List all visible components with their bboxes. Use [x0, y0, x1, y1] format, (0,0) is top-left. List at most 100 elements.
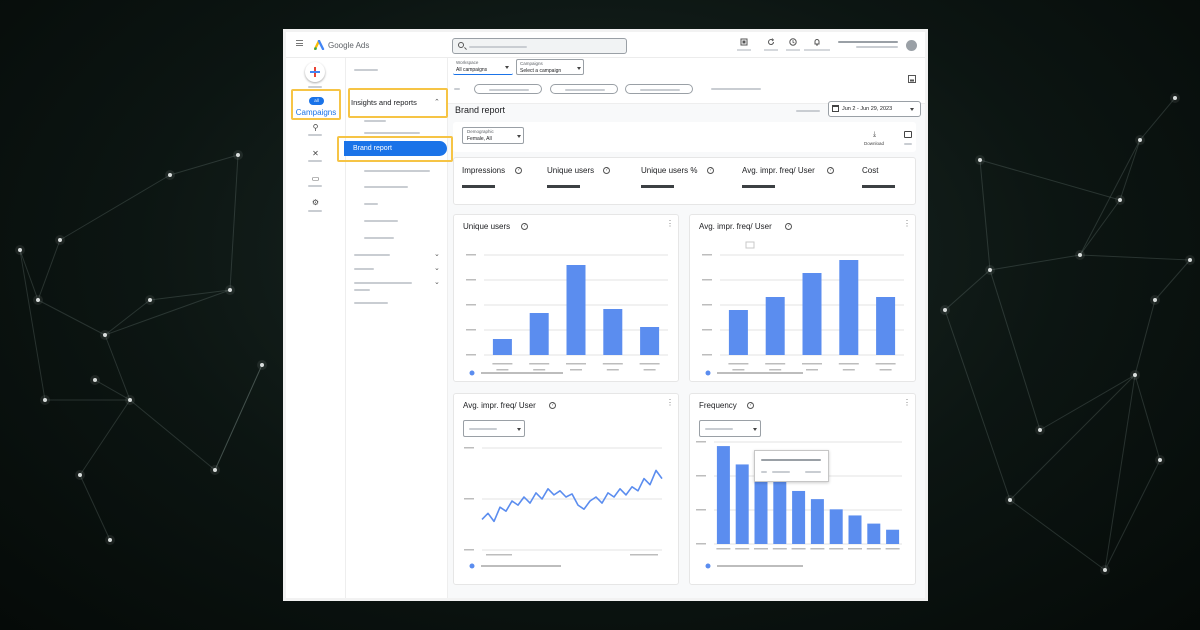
chart-bar — [876, 297, 896, 355]
search-input[interactable] — [452, 38, 627, 54]
feedback-icon[interactable] — [904, 131, 912, 138]
google-ads-logo-icon — [314, 40, 325, 50]
nav-item-placeholder[interactable] — [364, 186, 408, 188]
chart-bar — [773, 480, 787, 544]
network-edge — [1079, 199, 1121, 256]
network-node — [128, 398, 132, 402]
chart-title: Avg. impr. freq/ User — [699, 222, 772, 231]
campaigns-nav-label[interactable]: Campaigns — [293, 108, 339, 117]
chart-bar — [829, 509, 843, 544]
admin-icon[interactable]: ⚙ — [311, 198, 320, 207]
tools-icon[interactable]: ✕ — [311, 149, 320, 158]
network-edge — [989, 269, 1041, 431]
dropdown-arrow-icon — [517, 428, 521, 431]
nav-item-placeholder[interactable] — [364, 203, 378, 205]
y-tick-label — [466, 354, 476, 356]
network-node — [148, 298, 152, 302]
network-node — [988, 268, 992, 272]
filter-chip[interactable] — [474, 84, 542, 94]
network-node — [43, 398, 47, 402]
search-placeholder — [469, 46, 527, 48]
nav-item-placeholder[interactable] — [364, 237, 394, 239]
network-edge — [1154, 259, 1191, 301]
billing-icon[interactable]: ▭ — [311, 174, 320, 183]
download-icon[interactable]: ⤓ — [873, 131, 876, 139]
network-edge — [79, 474, 111, 541]
metric-dropdown[interactable] — [699, 420, 761, 437]
workspace-dropdown[interactable]: Workspace All campaigns — [453, 59, 513, 75]
notifications-label — [804, 49, 830, 51]
more-vert-icon[interactable]: ⋮ — [666, 220, 674, 230]
appearance-icon[interactable] — [740, 38, 748, 46]
dropdown-arrow-icon — [577, 67, 581, 70]
goals-icon[interactable]: ⚲ — [311, 123, 320, 132]
network-edge — [979, 159, 1121, 201]
filter-icon[interactable] — [454, 88, 460, 90]
x-tick-label — [829, 548, 844, 550]
download-label[interactable]: Download — [864, 141, 884, 146]
chart-svg — [466, 254, 668, 376]
nav-group-placeholder[interactable] — [354, 289, 370, 291]
legend-label — [717, 565, 803, 567]
filter-chip[interactable] — [550, 84, 618, 94]
menu-icon[interactable] — [296, 40, 303, 46]
workspace-caption: Workspace — [456, 60, 479, 65]
metric-unique-users-pct-label: Unique users % — [641, 166, 698, 175]
more-vert-icon[interactable]: ⋮ — [903, 399, 911, 409]
nav-section-insights[interactable]: Insights and reports — [351, 98, 417, 107]
legend-swatch — [705, 563, 711, 569]
more-vert-icon[interactable]: ⋮ — [666, 399, 674, 409]
help-circle-icon[interactable]: ? — [707, 167, 714, 174]
chart-bar — [566, 265, 586, 355]
legend-swatch — [469, 370, 475, 376]
chevron-down-icon[interactable]: ⌄ — [434, 264, 440, 272]
tooltip-line — [805, 471, 821, 473]
chart-bar — [640, 327, 660, 355]
metric-dropdown[interactable] — [463, 420, 525, 437]
network-edge — [104, 299, 151, 336]
help-icon[interactable] — [789, 38, 797, 46]
nav-item-placeholder[interactable] — [364, 132, 420, 134]
account-name[interactable] — [838, 41, 898, 43]
nav-item-placeholder[interactable] — [354, 302, 388, 304]
notifications-icon[interactable] — [813, 38, 821, 46]
help-circle-icon[interactable]: ? — [785, 223, 792, 230]
chevron-down-icon[interactable]: ⌄ — [434, 278, 440, 286]
nav-item-placeholder[interactable] — [364, 220, 398, 222]
y-tick-label — [466, 329, 476, 331]
help-circle-icon[interactable]: ? — [827, 167, 834, 174]
nav-group-placeholder[interactable] — [354, 282, 412, 284]
help-circle-icon[interactable]: ? — [747, 402, 754, 409]
nav-group-placeholder[interactable] — [354, 254, 390, 256]
filter-chip[interactable] — [625, 84, 693, 94]
help-circle-icon[interactable]: ? — [549, 402, 556, 409]
chevron-down-icon[interactable]: ⌄ — [434, 250, 440, 258]
x-tick-label — [496, 369, 509, 371]
refresh-icon[interactable] — [767, 38, 775, 46]
demographic-dropdown[interactable]: Demographic Female, All — [462, 127, 524, 144]
nav-item-placeholder[interactable] — [354, 69, 378, 71]
chart-bar — [886, 529, 900, 544]
y-tick-label — [464, 498, 474, 500]
campaigns-dropdown[interactable]: Campaigns Select a campaign — [516, 59, 584, 75]
network-node — [1038, 428, 1042, 432]
chart-card-unique-users: Unique users ? ⋮ — [453, 214, 679, 382]
help-circle-icon[interactable]: ? — [521, 223, 528, 230]
chevron-up-icon[interactable]: ⌃ — [434, 98, 440, 106]
avatar[interactable] — [906, 40, 917, 51]
metric-cost-value — [862, 185, 895, 188]
save-icon[interactable] — [908, 75, 916, 83]
help-circle-icon[interactable]: ? — [603, 167, 610, 174]
nav-item-placeholder[interactable] — [364, 170, 430, 172]
more-vert-icon[interactable]: ⋮ — [903, 220, 911, 230]
network-edge — [214, 364, 263, 471]
demographic-value: Female, All — [467, 136, 492, 142]
nav-group-placeholder[interactable] — [354, 268, 374, 270]
x-tick-label — [810, 548, 825, 550]
metric-unique-users-pct-value — [641, 185, 674, 188]
help-circle-icon[interactable]: ? — [515, 167, 522, 174]
create-button[interactable] — [305, 62, 325, 82]
nav-item-placeholder[interactable] — [364, 120, 386, 122]
calendar-marker-icon — [745, 241, 755, 249]
campaigns-badge: all — [314, 98, 319, 103]
